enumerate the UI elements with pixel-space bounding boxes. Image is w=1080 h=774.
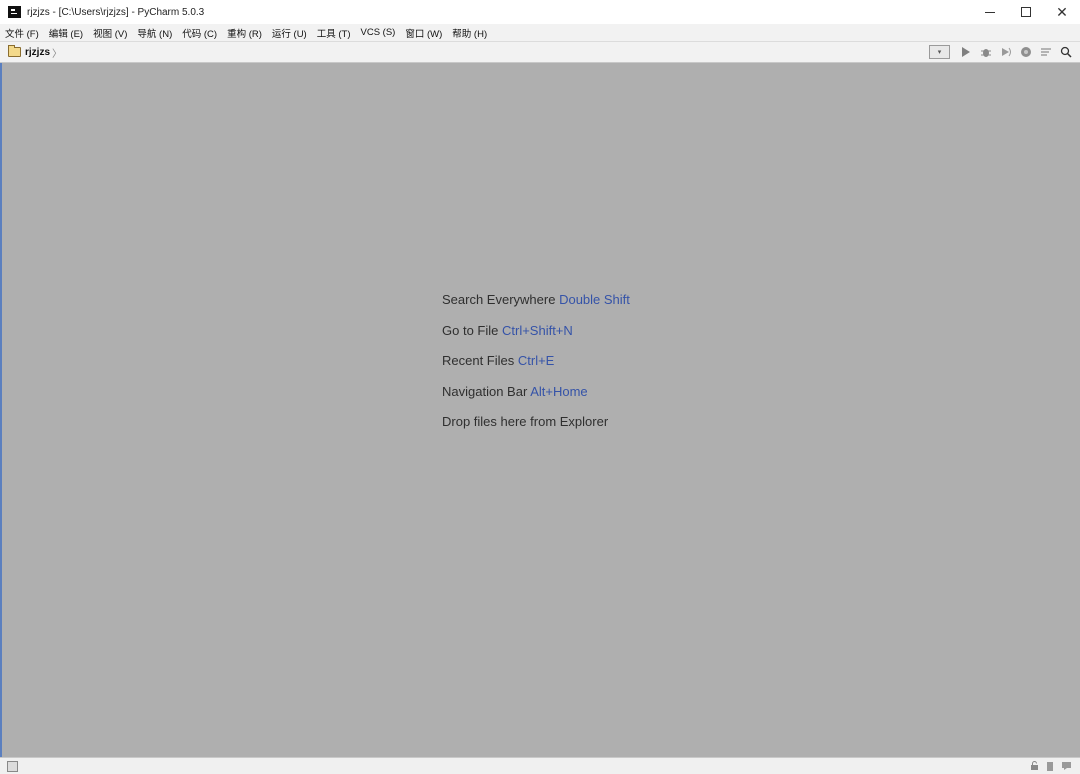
hint-go-to-file: Go to File Ctrl+Shift+N bbox=[442, 322, 573, 338]
tool-window-strip bbox=[0, 63, 2, 757]
debug-button[interactable] bbox=[976, 42, 996, 62]
search-everywhere-button[interactable] bbox=[1056, 42, 1076, 62]
run-configuration-dropdown[interactable]: ▾ bbox=[929, 45, 950, 59]
coverage-icon bbox=[1002, 47, 1011, 57]
tool-windows-toggle-icon[interactable] bbox=[7, 761, 18, 772]
structure-icon bbox=[1041, 48, 1051, 56]
menu-help[interactable]: 帮助 (H) bbox=[447, 26, 492, 40]
play-icon bbox=[962, 47, 970, 57]
folder-icon bbox=[8, 45, 21, 57]
close-icon: ✕ bbox=[1056, 4, 1068, 20]
breadcrumb-project[interactable]: rjzjzs bbox=[25, 47, 50, 58]
hint-shortcut: Ctrl+Shift+N bbox=[501, 322, 573, 338]
hint-navigation-bar: Navigation Bar Alt+Home bbox=[442, 383, 588, 399]
menu-code[interactable]: 代码 (C) bbox=[177, 26, 222, 40]
menu-window[interactable]: 窗口 (W) bbox=[400, 26, 447, 40]
menu-run[interactable]: 运行 (U) bbox=[267, 26, 312, 40]
event-log-icon[interactable] bbox=[1058, 760, 1074, 772]
menu-bar: 文件 (F) 编辑 (E) 视图 (V) 导航 (N) 代码 (C) 重构 (R… bbox=[0, 24, 1080, 42]
hint-recent-files: Recent Files Ctrl+E bbox=[442, 353, 555, 368]
memory-indicator-icon[interactable] bbox=[1042, 760, 1058, 772]
coverage-button[interactable] bbox=[996, 42, 1016, 62]
hint-search-everywhere: Search Everywhere Double Shift bbox=[442, 292, 630, 307]
maximize-button[interactable] bbox=[1008, 0, 1044, 24]
breadcrumb-separator: 〉 bbox=[52, 48, 63, 60]
menu-edit[interactable]: 编辑 (E) bbox=[44, 26, 88, 40]
navigation-bar: rjzjzs 〉 ▾ bbox=[0, 42, 1080, 63]
menu-file[interactable]: 文件 (F) bbox=[0, 26, 44, 40]
profile-button[interactable] bbox=[1016, 42, 1036, 62]
search-icon bbox=[1060, 46, 1072, 58]
minimize-button[interactable] bbox=[972, 0, 1008, 24]
maximize-icon bbox=[1021, 7, 1031, 17]
run-button[interactable] bbox=[956, 42, 976, 62]
menu-navigate[interactable]: 导航 (N) bbox=[132, 26, 177, 40]
pycharm-app-icon[interactable] bbox=[8, 6, 21, 18]
hint-shortcut: Ctrl+E bbox=[517, 353, 555, 368]
hint-shortcut: Double Shift bbox=[559, 292, 630, 307]
window-title: rjzjzs - [C:\Users\rjzjzs] - PyCharm 5.0… bbox=[27, 6, 205, 18]
chevron-down-icon: ▾ bbox=[937, 49, 942, 56]
close-button[interactable]: ✕ bbox=[1044, 0, 1080, 24]
menu-tools[interactable]: 工具 (T) bbox=[312, 26, 356, 40]
empty-editor-hints: Search Everywhere Double Shift Go to Fil… bbox=[442, 290, 630, 443]
debug-icon bbox=[981, 49, 991, 57]
profile-icon bbox=[1021, 47, 1031, 57]
menu-refactor[interactable]: 重构 (R) bbox=[222, 26, 267, 40]
structure-button[interactable] bbox=[1036, 42, 1056, 62]
title-bar: rjzjzs - [C:\Users\rjzjzs] - PyCharm 5.0… bbox=[0, 0, 1080, 24]
run-toolbar: ▾ bbox=[929, 42, 1076, 62]
status-bar bbox=[0, 757, 1080, 774]
status-indicators bbox=[1026, 760, 1074, 772]
hint-shortcut: Alt+Home bbox=[530, 383, 588, 399]
lock-icon[interactable] bbox=[1026, 760, 1042, 772]
menu-view[interactable]: 视图 (V) bbox=[88, 26, 132, 40]
window-controls: ✕ bbox=[972, 0, 1080, 24]
minimize-icon bbox=[985, 11, 995, 13]
menu-vcs[interactable]: VCS (S) bbox=[356, 27, 401, 38]
hint-drop-files: Drop files here from Explorer bbox=[442, 414, 609, 429]
